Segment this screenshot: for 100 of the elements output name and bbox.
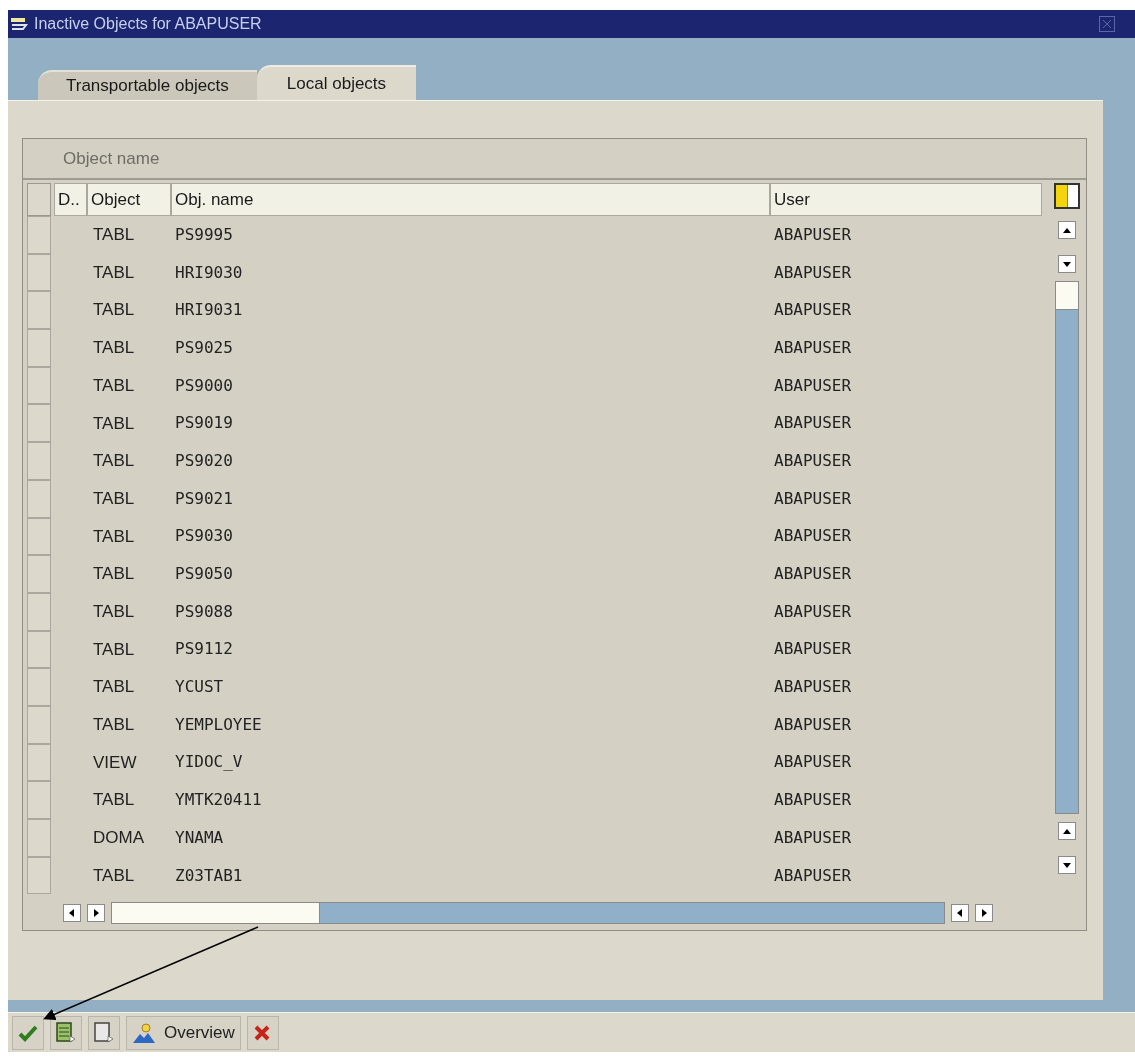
table-cell-text: ABAPUSER: [773, 751, 853, 774]
row-selector[interactable]: [27, 630, 51, 669]
table-cell-text: PS9000: [174, 374, 234, 397]
row-selector[interactable]: [27, 592, 51, 631]
table-cell-text: YCUST: [174, 676, 225, 699]
table-cell-text: YNAMA: [174, 826, 225, 849]
scroll-up-button[interactable]: [1058, 822, 1076, 840]
scroll-left-button[interactable]: [63, 904, 81, 923]
table-cell-text: ABAPUSER: [773, 261, 853, 284]
table-cell-text: ABAPUSER: [773, 864, 853, 887]
list-icon: [56, 1021, 76, 1044]
scroll-thumb[interactable]: [1056, 282, 1078, 310]
table-cell-text: TABL: [92, 299, 136, 322]
triangle-left-icon: [68, 909, 76, 918]
table-cell-text: TABL: [92, 864, 136, 887]
triangle-right-icon: [980, 909, 988, 918]
table-cell-text: YEMPLOYEE: [174, 713, 263, 736]
row-selector[interactable]: [27, 442, 51, 480]
checkmark-icon: [18, 1023, 38, 1042]
row-selector[interactable]: [27, 743, 51, 782]
table-cell-text: ABAPUSER: [773, 600, 853, 623]
table-cell-text: TABL: [92, 337, 136, 360]
row-selector[interactable]: [27, 291, 51, 330]
document-icon: [94, 1021, 114, 1044]
row-selector[interactable]: [27, 555, 51, 593]
table-cell-text: TABL: [92, 600, 136, 623]
table-cell-text: ABAPUSER: [773, 638, 853, 661]
table-cell-text: PS9030: [174, 525, 234, 548]
table-cell-text: TABL: [92, 412, 136, 435]
table-cell-text: TABL: [92, 714, 136, 737]
row-selector[interactable]: [27, 517, 51, 556]
table-cell-text: ABAPUSER: [773, 525, 853, 548]
table-cell-text: TABL: [92, 563, 136, 586]
table-cell-text: TABL: [92, 224, 136, 247]
triangle-left-icon: [956, 909, 964, 918]
column-layout-button[interactable]: [1054, 183, 1080, 209]
column-header[interactable]: D..: [54, 183, 87, 216]
table-cell-text: TABL: [92, 261, 136, 284]
table-cell-text: ABAPUSER: [773, 449, 853, 472]
table-cell-text: ABAPUSER: [773, 412, 853, 435]
table-cell-text: ABAPUSER: [773, 826, 853, 849]
row-selector[interactable]: [27, 781, 51, 819]
window-icon: [10, 16, 30, 32]
column-header[interactable]: Obj. name: [171, 183, 770, 216]
table-cell-text: ABAPUSER: [773, 487, 853, 510]
table-cell-text: ABAPUSER: [773, 563, 853, 586]
row-selector[interactable]: [27, 479, 51, 518]
tab[interactable]: Local objects: [256, 65, 417, 100]
table-cell-text: PS9050: [174, 563, 234, 586]
scroll-down-button[interactable]: [1058, 856, 1076, 874]
table-cell-text: PS9088: [174, 600, 234, 623]
row-selector[interactable]: [27, 366, 51, 405]
scroll-right-button[interactable]: [975, 904, 993, 923]
triangle-down-icon: [1063, 260, 1071, 268]
row-selector[interactable]: [27, 404, 51, 443]
row-selector[interactable]: [27, 819, 51, 857]
row-selector[interactable]: [27, 329, 51, 367]
toolbar-button[interactable]: [50, 1015, 82, 1050]
scroll-down-button[interactable]: [1058, 255, 1076, 273]
table-cell-text: Z03TAB1: [174, 864, 244, 887]
table-cell-text: TABL: [92, 638, 136, 661]
table-cell-text: TABL: [92, 676, 136, 699]
triangle-up-icon: [1063, 226, 1071, 234]
horizontal-scrollbar[interactable]: [111, 902, 945, 925]
table-cell-text: ABAPUSER: [773, 223, 853, 246]
close-button[interactable]: [1099, 16, 1115, 32]
triangle-right-icon: [92, 909, 100, 918]
scroll-left-button[interactable]: [951, 904, 969, 923]
row-selector[interactable]: [27, 668, 51, 706]
row-selector[interactable]: [27, 705, 51, 744]
table-cell-text: DOMA: [92, 827, 145, 850]
row-selector[interactable]: [27, 253, 51, 292]
select-all-button[interactable]: [27, 183, 51, 216]
scroll-thumb[interactable]: [112, 903, 320, 924]
row-selector[interactable]: [27, 856, 51, 895]
close-icon: [252, 1023, 271, 1042]
column-header[interactable]: Object: [87, 183, 171, 216]
table-cell-text: VIEW: [92, 751, 138, 774]
table-cell-text: HRI9030: [174, 261, 244, 284]
table-cell-text: PS9020: [174, 449, 234, 472]
window-title: Inactive Objects for ABAPUSER: [34, 14, 262, 34]
vertical-scrollbar[interactable]: [1055, 281, 1079, 814]
table-cell-text: TABL: [92, 374, 136, 397]
row-selector[interactable]: [27, 216, 51, 254]
group-header: Object name: [63, 147, 160, 170]
table-cell-text: TABL: [92, 525, 136, 548]
table-cell-text: TABL: [92, 450, 136, 473]
tab[interactable]: Transportable objects: [38, 70, 257, 100]
scroll-right-button[interactable]: [87, 904, 105, 923]
table-cell-text: PS9995: [174, 223, 234, 246]
table-cell-text: PS9019: [174, 412, 234, 435]
table-cell-text: ABAPUSER: [773, 299, 853, 322]
overview-button[interactable]: Overview: [126, 1015, 241, 1050]
column-header[interactable]: User: [770, 183, 1042, 216]
scroll-up-button[interactable]: [1058, 221, 1076, 239]
table-cell-text: HRI9031: [174, 299, 244, 322]
table-cell-text: TABL: [92, 487, 136, 510]
table-cell-text: ABAPUSER: [773, 374, 853, 397]
table-cell-text: YIDOC_V: [174, 751, 244, 774]
close-icon: [1102, 19, 1112, 29]
